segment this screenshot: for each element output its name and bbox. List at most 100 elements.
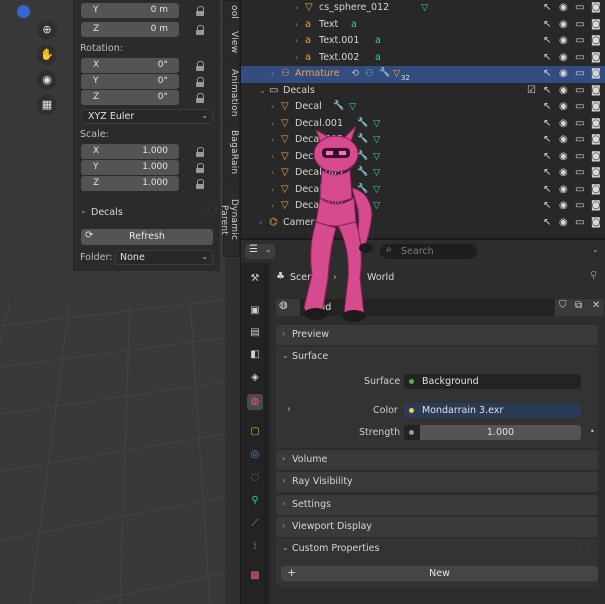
outliner-row[interactable]: › ⚇ Armature ⟲ ⚇ 🔧 ▽ 32 ↖ ◉ ▭ ◙ — [241, 66, 605, 83]
outliner-row[interactable]: › a Text.002 a ↖ ◉ ▭ ◙ — [241, 50, 605, 67]
monitor-viewport-icon[interactable]: ▭ — [575, 101, 584, 112]
monitor-viewport-icon[interactable]: ▭ — [575, 35, 584, 46]
outliner-item-label[interactable]: Text.002 — [319, 52, 359, 63]
chevron-down-icon[interactable]: ⌄ — [282, 351, 289, 360]
eye-visibility-icon[interactable]: ◉ — [559, 167, 568, 178]
monitor-viewport-icon[interactable]: ▭ — [575, 118, 584, 129]
chevron-right-icon[interactable]: › — [271, 185, 274, 194]
chevron-right-icon[interactable]: › — [295, 20, 298, 29]
gizmo-axis-ball[interactable] — [17, 5, 30, 18]
select-arrow-icon[interactable]: ↖ — [543, 200, 551, 211]
monitor-viewport-icon[interactable]: ▭ — [575, 85, 584, 96]
camera-render-icon[interactable]: ◙ — [591, 151, 601, 162]
outliner-row[interactable]: › a Text.001 a ↖ ◉ ▭ ◙ — [241, 33, 605, 50]
grid-ortho-icon[interactable]: ▦ — [37, 95, 57, 115]
chevron-right-icon[interactable]: › — [295, 53, 298, 62]
chevron-right-icon[interactable]: › — [271, 152, 274, 161]
editor-type-button[interactable]: ☰ ⌄ — [245, 244, 275, 259]
tab-view[interactable]: View — [223, 21, 240, 59]
physics-tab-icon[interactable]: ◎ — [247, 447, 263, 463]
texture-tab-icon[interactable]: ▩ — [247, 568, 263, 584]
modifier-wrench-icon[interactable]: 🔧 — [379, 68, 390, 79]
outliner-row[interactable]: › ▽ cs_sphere_012 ▽ ↖ ◉ ▭ ◙ — [241, 0, 605, 17]
scale-x-field[interactable]: X 1.000 — [81, 144, 179, 159]
monitor-viewport-icon[interactable]: ▭ — [575, 217, 584, 228]
tab-dynamic-parent[interactable]: Dynamic Parent — [219, 179, 240, 257]
chevron-right-icon[interactable]: › — [295, 36, 298, 45]
select-arrow-icon[interactable]: ↖ — [543, 118, 551, 129]
tab-tool[interactable]: ool — [223, 0, 240, 20]
select-arrow-icon[interactable]: ↖ — [543, 52, 551, 63]
outliner-item-label[interactable]: Decal — [295, 101, 322, 112]
eye-visibility-icon[interactable]: ◉ — [559, 101, 568, 112]
camera-render-icon[interactable]: ◙ — [591, 200, 601, 211]
eye-visibility-icon[interactable]: ◉ — [559, 217, 568, 228]
duplicate-icon[interactable]: ⧉ — [575, 300, 582, 311]
select-arrow-icon[interactable]: ↖ — [543, 85, 551, 96]
new-property-button[interactable]: + New — [281, 566, 598, 581]
rotation-x-field[interactable]: X 0° — [81, 58, 179, 73]
output-tab-icon[interactable]: ▤ — [247, 325, 263, 341]
monitor-viewport-icon[interactable]: ▭ — [575, 68, 584, 79]
monitor-viewport-icon[interactable]: ▭ — [575, 167, 584, 178]
viewport-display-panel-header[interactable]: › Viewport Display — [276, 517, 598, 537]
select-arrow-icon[interactable]: ↖ — [543, 134, 551, 145]
object-tab-icon[interactable]: ▢ — [247, 424, 263, 440]
eye-visibility-icon[interactable]: ◉ — [559, 19, 568, 30]
camera-render-icon[interactable]: ◙ — [591, 134, 601, 145]
monitor-viewport-icon[interactable]: ▭ — [575, 2, 584, 13]
lock-icon[interactable] — [196, 147, 205, 157]
chevron-right-icon[interactable]: › — [287, 404, 291, 415]
monitor-viewport-icon[interactable]: ▭ — [575, 200, 584, 211]
chevron-right-icon[interactable]: › — [295, 3, 298, 12]
select-arrow-icon[interactable]: ↖ — [543, 68, 551, 79]
strength-field[interactable]: 1.000 — [404, 425, 581, 440]
outliner-row[interactable]: › ▽ Decal 🔧 ▽ ↖ ◉ ▭ ◙ — [241, 99, 605, 116]
3d-viewport[interactable]: ⊕ ✋ ◉ ▦ Y 0 m Z 0 m Rotation: X 0° Y 0° … — [0, 0, 225, 604]
location-y-field[interactable]: Y 0 m — [81, 3, 179, 18]
chevron-right-icon[interactable]: › — [271, 135, 274, 144]
color-texture-field[interactable]: Mondarrain 3.exr — [404, 403, 581, 418]
zoom-icon[interactable]: ⊕ — [37, 20, 57, 40]
camera-render-icon[interactable]: ◙ — [591, 167, 601, 178]
view-layer-tab-icon[interactable]: ◧ — [247, 347, 263, 363]
drag-grip-icon[interactable]: ⋮⋮ — [576, 541, 592, 550]
chevron-right-icon[interactable]: › — [271, 119, 274, 128]
select-arrow-icon[interactable]: ↖ — [543, 167, 551, 178]
lock-icon[interactable] — [196, 25, 205, 35]
folder-dropdown[interactable]: None ⌄ — [115, 250, 213, 265]
chevron-down-icon[interactable]: ⌄ — [282, 543, 289, 552]
mesh-data-icon[interactable]: ▽ — [421, 2, 431, 13]
scene-tab-icon[interactable]: ◈ — [247, 370, 263, 386]
camera-render-icon[interactable]: ◙ — [591, 217, 601, 228]
camera-render-icon[interactable]: ◙ — [591, 101, 601, 112]
preview-panel-header[interactable]: › Preview — [276, 325, 598, 345]
hand-pan-icon[interactable]: ✋ — [37, 45, 57, 65]
monitor-viewport-icon[interactable]: ▭ — [575, 52, 584, 63]
outliner-item-label[interactable]: Text — [319, 19, 338, 30]
eye-visibility-icon[interactable]: ◉ — [559, 2, 568, 13]
exclude-checkbox[interactable]: ☑ — [527, 85, 536, 96]
tool-tab-icon[interactable]: ⚒ — [247, 271, 263, 287]
chevron-right-icon[interactable]: › — [271, 102, 274, 111]
settings-panel-header[interactable]: › Settings — [276, 495, 598, 515]
select-arrow-icon[interactable]: ↖ — [543, 101, 551, 112]
rotation-z-field[interactable]: Z 0° — [81, 90, 179, 105]
eye-visibility-icon[interactable]: ◉ — [559, 151, 568, 162]
modifier-wrench-icon[interactable]: 🔧 — [333, 101, 344, 112]
lock-icon[interactable] — [196, 61, 205, 71]
select-arrow-icon[interactable]: ↖ — [543, 151, 551, 162]
camera-render-icon[interactable]: ◙ — [591, 85, 601, 96]
camera-render-icon[interactable]: ◙ — [591, 184, 601, 195]
constraints-tab-icon[interactable]: ◌ — [247, 470, 263, 486]
object-data-tab-icon[interactable]: ⚲ — [247, 493, 263, 509]
pose-icon[interactable]: ⟲ — [351, 68, 361, 79]
scale-z-field[interactable]: Z 1.000 — [81, 176, 179, 191]
outliner-row[interactable]: ⌄ ▭ Decals ☑ ↖ ◉ ▭ ◙ — [241, 83, 605, 100]
camera-render-icon[interactable]: ◙ — [591, 118, 601, 129]
bone-constraint-tab-icon[interactable]: ⟟ — [247, 539, 263, 555]
text-data-icon[interactable]: a — [375, 52, 385, 63]
world-tab-icon[interactable]: ◍ — [247, 394, 263, 410]
volume-panel-header[interactable]: › Volume — [276, 450, 598, 470]
outliner-row[interactable]: › a Text a ↖ ◉ ▭ ◙ — [241, 17, 605, 34]
